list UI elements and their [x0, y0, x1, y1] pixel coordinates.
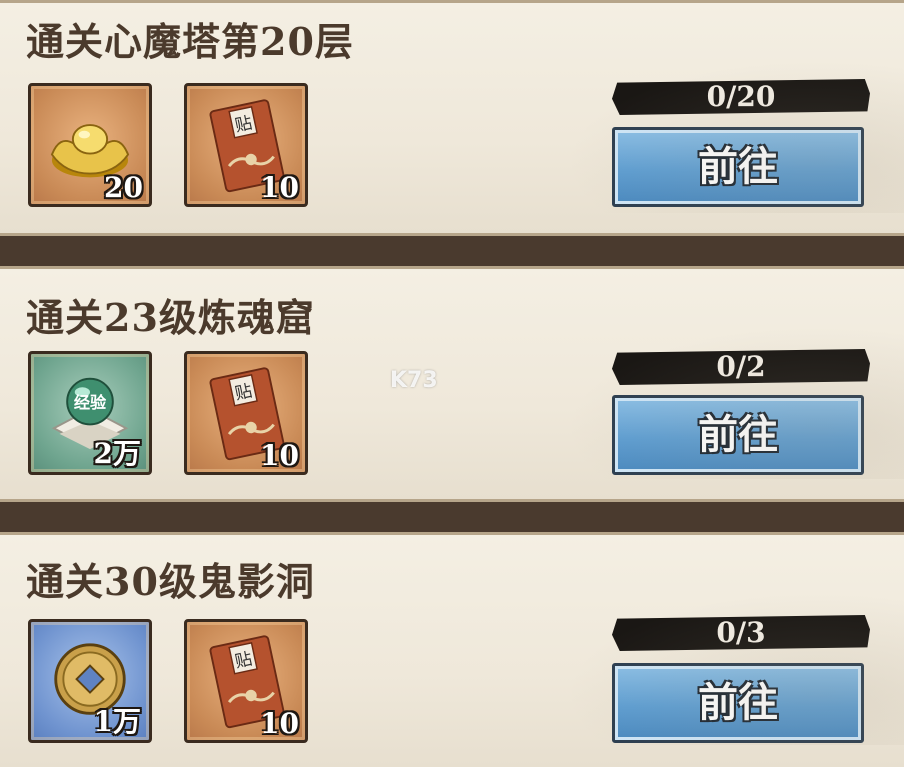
reward-slot[interactable]: 1万: [28, 619, 152, 743]
go-button[interactable]: 前往: [612, 127, 864, 207]
progress-counter: 0/2: [612, 349, 870, 385]
reward-slot[interactable]: 贴 10: [184, 351, 308, 475]
reward-slot[interactable]: 贴 10: [184, 83, 308, 207]
reward-slot[interactable]: 20: [28, 83, 152, 207]
task-title: 通关23级炼魂窟: [26, 295, 315, 340]
reward-slot[interactable]: 贴 10: [184, 619, 308, 743]
watermark-logo: K73: [390, 368, 438, 393]
task-panel-3: 通关30级鬼影洞 1万 贴 10 0/3 前往: [0, 532, 904, 767]
go-button[interactable]: 前往: [612, 663, 864, 743]
task-title: 通关心魔塔第20层: [26, 19, 354, 64]
reward-quantity: 2万: [93, 437, 141, 470]
progress-counter: 0/3: [612, 615, 870, 651]
progress-counter: 0/20: [612, 79, 870, 115]
reward-quantity: 1万: [93, 705, 141, 738]
reward-quantity: 10: [260, 439, 299, 472]
experience-label: 经验: [74, 393, 107, 412]
reward-quantity: 10: [260, 707, 299, 740]
task-panel-1: 通关心魔塔第20层 20 贴 10 0/20 前往: [0, 0, 904, 236]
reward-slot[interactable]: 经验 2万: [28, 351, 152, 475]
reward-quantity: 10: [260, 171, 299, 204]
task-panel-2: 通关23级炼魂窟 经验 2万 贴 10 0/2 前往: [0, 266, 904, 502]
task-title: 通关30级鬼影洞: [26, 559, 315, 604]
reward-quantity: 20: [104, 171, 143, 204]
go-button[interactable]: 前往: [612, 395, 864, 475]
